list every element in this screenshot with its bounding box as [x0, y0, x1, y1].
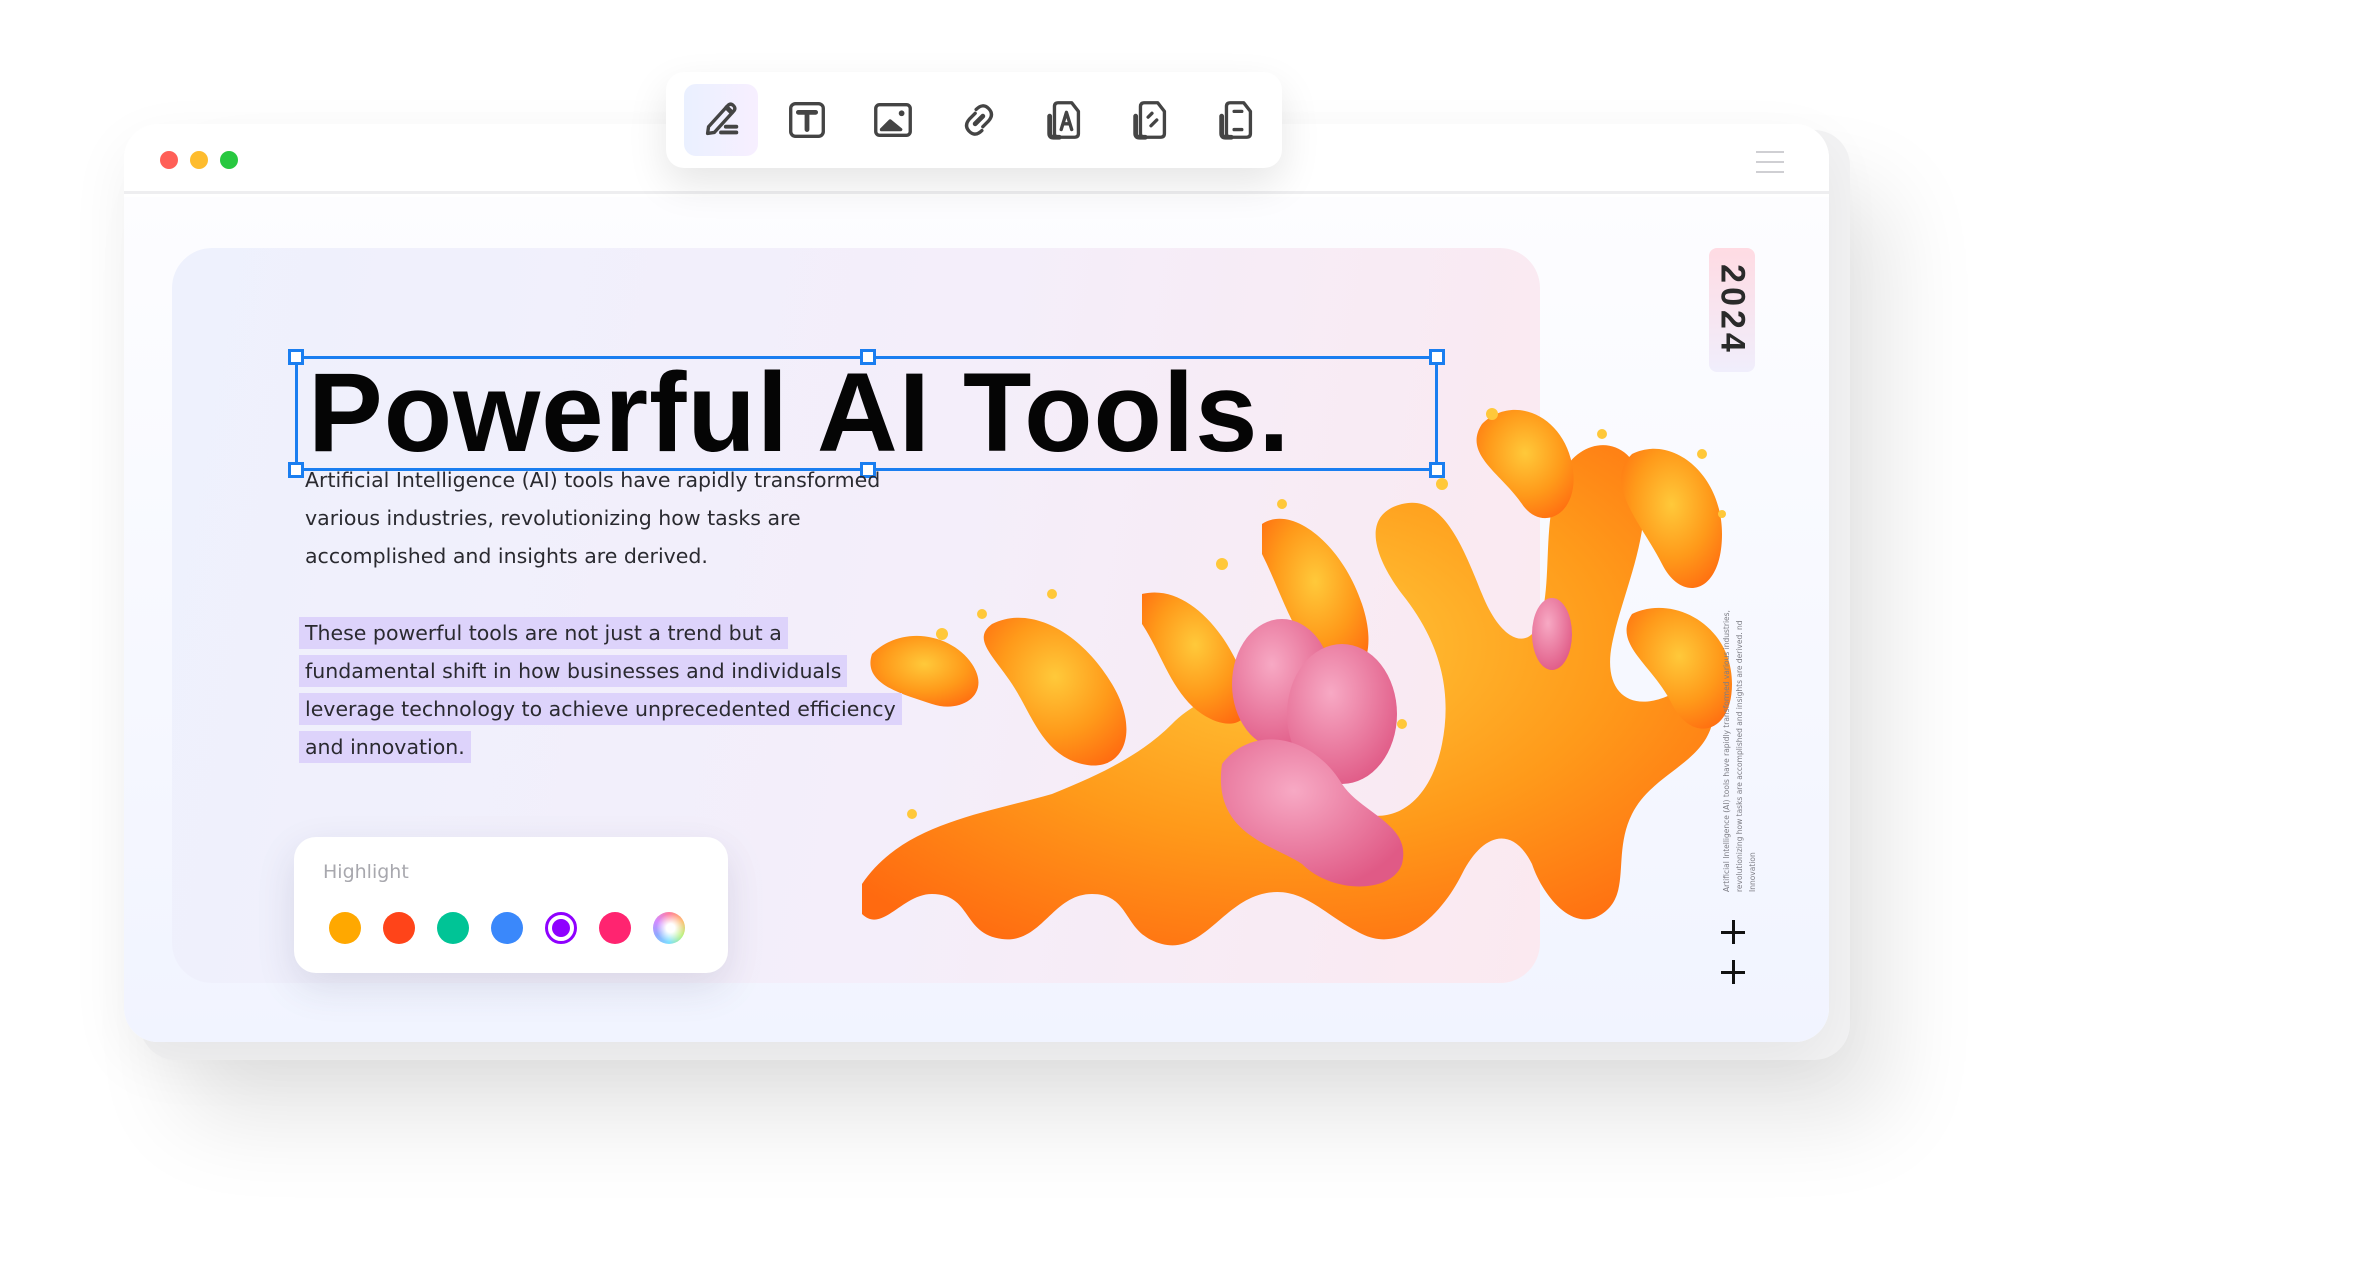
highlighted-text-line: and innovation. — [299, 731, 471, 763]
highlighted-text-line: leverage technology to achieve unprecede… — [299, 693, 902, 725]
title-selection-box[interactable]: Powerful AI Tools. — [288, 349, 1445, 478]
link-icon — [964, 104, 994, 136]
tool-header-footer[interactable] — [1200, 84, 1274, 156]
tool-add-text[interactable] — [770, 84, 844, 156]
document-canvas: Powerful AI Tools. Artificial Intelligen… — [124, 197, 1829, 1042]
tool-add-image[interactable] — [856, 84, 930, 156]
tool-annotate[interactable] — [1114, 84, 1188, 156]
highlighted-text-line: fundamental shift in how businesses and … — [299, 655, 848, 687]
swatch-green[interactable] — [437, 912, 469, 944]
swatch-red-orange[interactable] — [383, 912, 415, 944]
highlight-color-panel: Highlight — [294, 837, 728, 973]
image-icon — [874, 102, 912, 138]
hero-card: Powerful AI Tools. Artificial Intelligen… — [172, 248, 1732, 983]
tool-edit-text[interactable] — [684, 84, 758, 156]
year-text: 2024 — [1713, 264, 1752, 356]
text-box-icon — [789, 102, 825, 138]
edit-toolbar — [666, 72, 1282, 168]
resize-handle-top-right[interactable] — [1429, 349, 1445, 365]
swatch-pink[interactable] — [599, 912, 631, 944]
close-window-button[interactable] — [160, 151, 178, 169]
coral-3d-artwork — [862, 408, 1732, 946]
color-swatches — [329, 912, 685, 944]
plus-icon[interactable] — [1721, 960, 1745, 984]
page-title[interactable]: Powerful AI Tools. — [308, 353, 1290, 473]
document-pen-icon — [1133, 101, 1167, 140]
resize-handle-bottom-right[interactable] — [1429, 462, 1445, 478]
highlight-label: Highlight — [323, 861, 409, 883]
vertical-side-text: Artificial Intelligence (AI) tools have … — [1722, 610, 1757, 892]
document-letter-icon — [1047, 101, 1081, 140]
resize-handle-top-left[interactable] — [288, 349, 304, 365]
tool-add-link[interactable] — [942, 84, 1016, 156]
plus-icon[interactable] — [1721, 920, 1745, 944]
resize-handle-top-middle[interactable] — [860, 349, 876, 365]
resize-handle-bottom-left[interactable] — [288, 462, 304, 478]
swatch-purple-selected[interactable] — [545, 912, 577, 944]
intro-paragraph[interactable]: Artificial Intelligence (AI) tools have … — [305, 461, 905, 575]
year-badge: 2024 — [1709, 248, 1755, 372]
tool-watermark[interactable] — [1028, 84, 1102, 156]
app-window: Powerful AI Tools. Artificial Intelligen… — [124, 124, 1829, 1042]
maximize-window-button[interactable] — [220, 151, 238, 169]
swatch-blue[interactable] — [491, 912, 523, 944]
pen-edit-icon — [705, 102, 739, 136]
swatch-orange[interactable] — [329, 912, 361, 944]
minimize-window-button[interactable] — [190, 151, 208, 169]
highlighted-paragraph[interactable]: These powerful tools are not just a tren… — [299, 614, 945, 766]
highlighted-text-line: These powerful tools are not just a tren… — [299, 617, 788, 649]
hamburger-menu-icon[interactable] — [1756, 148, 1784, 173]
swatch-custom-color-picker[interactable] — [653, 912, 685, 944]
document-header-footer-icon — [1219, 101, 1253, 140]
